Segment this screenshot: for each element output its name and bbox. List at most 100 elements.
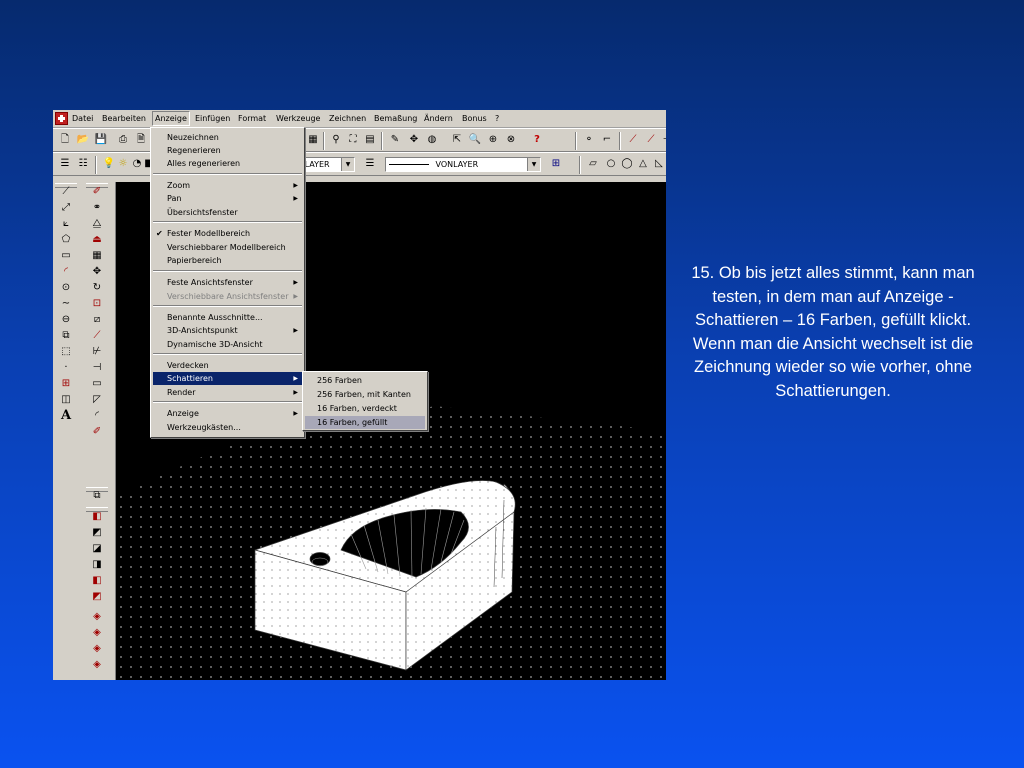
menu-item-feste-ansichtsfenster[interactable]: Feste Ansichtsfenster ▶ xyxy=(153,276,302,289)
rectangle-icon[interactable]: ▭ xyxy=(57,248,75,263)
iso-sw-icon[interactable]: ◈ xyxy=(88,609,106,624)
iso-se-icon[interactable]: ◈ xyxy=(88,625,106,640)
menu-item-render[interactable]: Render ▶ xyxy=(153,386,302,399)
submenu-item-256-farben-mit-kanten[interactable]: 256 Farben, mit Kanten xyxy=(305,388,425,401)
new-file-icon[interactable]: 🗋 xyxy=(57,132,73,148)
chamfer-icon[interactable]: ◸ xyxy=(88,392,106,407)
redraw-icon[interactable]: ⇱ xyxy=(449,132,465,148)
make-block-icon[interactable]: ⬚ xyxy=(57,344,75,359)
help-icon[interactable]: ? xyxy=(529,132,545,148)
iso-nw-icon[interactable]: ◈ xyxy=(88,657,106,672)
design-center-icon[interactable]: ▤ xyxy=(362,132,378,148)
view-top-icon[interactable]: ◧ xyxy=(88,509,106,524)
menu-item-regenerieren[interactable]: Regenerieren xyxy=(153,144,302,157)
chevron-down-icon[interactable]: ▼ xyxy=(527,158,540,171)
shade-icon[interactable]: ⧉ xyxy=(88,488,106,503)
copy-icon[interactable]: ⚭ xyxy=(88,200,106,215)
mtext-icon[interactable]: A xyxy=(57,408,75,423)
chevron-down-icon[interactable]: ▼ xyxy=(341,158,354,171)
erase-icon[interactable]: ✐ xyxy=(88,184,106,199)
point-icon[interactable]: · xyxy=(57,360,75,375)
explode-icon[interactable]: ✐ xyxy=(88,424,106,439)
box-solid-icon[interactable]: ▱ xyxy=(585,156,601,172)
fillet-icon[interactable]: ◜ xyxy=(88,408,106,423)
scale-icon[interactable]: ⊡ xyxy=(88,296,106,311)
spline-icon[interactable]: ∼ xyxy=(57,296,75,311)
3d-orbit-icon[interactable]: ◍ xyxy=(424,132,440,148)
arc-tool-icon[interactable]: ⊣ xyxy=(659,132,666,148)
menu-help[interactable]: ? xyxy=(495,113,499,124)
menu-item-verschiebbarer-modellbereich[interactable]: Verschiebbarer Modellbereich xyxy=(153,241,302,254)
menu-item-3d-ansichtspunkt[interactable]: 3D-Ansichtspunkt ▶ xyxy=(153,324,302,337)
menu-item-alles-regenerieren[interactable]: Alles regenerieren xyxy=(153,157,302,170)
menu-item-pan[interactable]: Pan ▶ xyxy=(153,192,302,205)
iso-ne-icon[interactable]: ◈ xyxy=(88,641,106,656)
ucs-icon[interactable]: ✥ xyxy=(406,132,422,148)
print-icon[interactable]: ⎙ xyxy=(115,132,131,148)
zoom-window-icon[interactable]: ⊕ xyxy=(485,132,501,148)
menu-bemassung[interactable]: Bemaßung xyxy=(374,113,417,124)
menu-datei[interactable]: Datei xyxy=(72,113,93,124)
polygon-icon[interactable]: ⬠ xyxy=(57,232,75,247)
mirror-icon[interactable]: ⧋ xyxy=(88,216,106,231)
ellipse-icon[interactable]: ⊖ xyxy=(57,312,75,327)
layer-previous-icon[interactable]: ☷ xyxy=(75,156,91,172)
linetype-combo[interactable]: VONLAYER ▼ xyxy=(385,157,541,172)
menu-bonus[interactable]: Bonus xyxy=(462,113,487,124)
view-right-icon[interactable]: ◨ xyxy=(88,557,106,572)
lengthen-icon[interactable]: ⟋ xyxy=(88,328,106,343)
menu-format[interactable]: Format xyxy=(238,113,266,124)
line-tool-icon[interactable]: ⟋ xyxy=(625,132,641,148)
view-left-icon[interactable]: ◪ xyxy=(88,541,106,556)
menu-zeichnen[interactable]: Zeichnen xyxy=(329,113,366,124)
pan-realtime-icon[interactable]: ✎ xyxy=(387,132,403,148)
view-back-icon[interactable]: ◩ xyxy=(88,589,106,604)
menu-item-anzeige[interactable]: Anzeige ▶ xyxy=(153,407,302,420)
line-icon[interactable]: ⟋ xyxy=(57,184,75,199)
extend-icon[interactable]: ⊣ xyxy=(88,360,106,375)
hatch-icon[interactable]: ⊞ xyxy=(57,376,75,391)
snap-endpoint-icon[interactable]: ⌐ xyxy=(599,132,615,148)
menu-item-dynamische-3d-ansicht[interactable]: Dynamische 3D-Ansicht xyxy=(153,338,302,351)
rotate-icon[interactable]: ↻ xyxy=(88,280,106,295)
open-file-icon[interactable]: 📂 xyxy=(75,132,91,148)
menu-item-papierbereich[interactable]: Papierbereich xyxy=(153,254,302,267)
menu-item-zoom[interactable]: Zoom ▶ xyxy=(153,179,302,192)
view-bottom-icon[interactable]: ◩ xyxy=(88,525,106,540)
menu-aendern[interactable]: Ändern xyxy=(424,113,453,124)
arc-icon[interactable]: ◜ xyxy=(57,264,75,279)
sphere-solid-icon[interactable]: ○ xyxy=(603,156,619,172)
stretch-icon[interactable]: ⧄ xyxy=(88,312,106,327)
zoom-realtime-icon[interactable]: 🔍 xyxy=(467,132,483,148)
xline-tool-icon[interactable]: ⟋ xyxy=(643,132,659,148)
menu-item-neuzeichnen[interactable]: Neuzeichnen xyxy=(153,131,302,144)
menu-item-uebersichtsfenster[interactable]: Übersichtsfenster xyxy=(153,206,302,219)
preview-icon[interactable]: 🗎 xyxy=(133,132,149,148)
submenu-item-256-farben[interactable]: 256 Farben xyxy=(305,374,425,387)
break-icon[interactable]: ▭ xyxy=(88,376,106,391)
insert-block-icon[interactable]: ⧉ xyxy=(57,328,75,343)
view-front-icon[interactable]: ◧ xyxy=(88,573,106,588)
menu-item-werkzeugkaesten[interactable]: Werkzeugkästen... xyxy=(153,421,302,434)
match-properties-icon[interactable]: ⛶ xyxy=(345,132,361,148)
polyline-icon[interactable]: ⟀ xyxy=(57,216,75,231)
layers-icon[interactable]: ☰ xyxy=(57,156,73,172)
menu-anzeige[interactable]: Anzeige xyxy=(152,111,190,126)
circle-icon[interactable]: ⊙ xyxy=(57,280,75,295)
menu-einfuegen[interactable]: Einfügen xyxy=(195,113,230,124)
properties-icon[interactable]: ⚲ xyxy=(328,132,344,148)
menu-item-verdecken[interactable]: Verdecken xyxy=(153,359,302,372)
zoom-previous-icon[interactable]: ⊗ xyxy=(503,132,519,148)
offset-icon[interactable]: ⏏ xyxy=(88,232,106,247)
menu-item-fester-modellbereich[interactable]: ✔ Fester Modellbereich xyxy=(153,227,302,240)
plot-style-icon[interactable]: ⊞ xyxy=(548,156,564,172)
submenu-item-16-farben-gefuellt[interactable]: 16 Farben, gefüllt xyxy=(305,416,425,429)
menu-item-schattieren[interactable]: Schattieren ▶ xyxy=(153,372,302,385)
trim-icon[interactable]: ⊬ xyxy=(88,344,106,359)
array-icon[interactable]: ▦ xyxy=(88,248,106,263)
layer-manager-icon[interactable]: ▦ xyxy=(305,132,321,148)
cylinder-solid-icon[interactable]: ◯ xyxy=(619,156,635,172)
construction-line-icon[interactable]: ⤢ xyxy=(57,200,75,215)
region-icon[interactable]: ◫ xyxy=(57,392,75,407)
wedge-solid-icon[interactable]: ◺ xyxy=(651,156,666,172)
